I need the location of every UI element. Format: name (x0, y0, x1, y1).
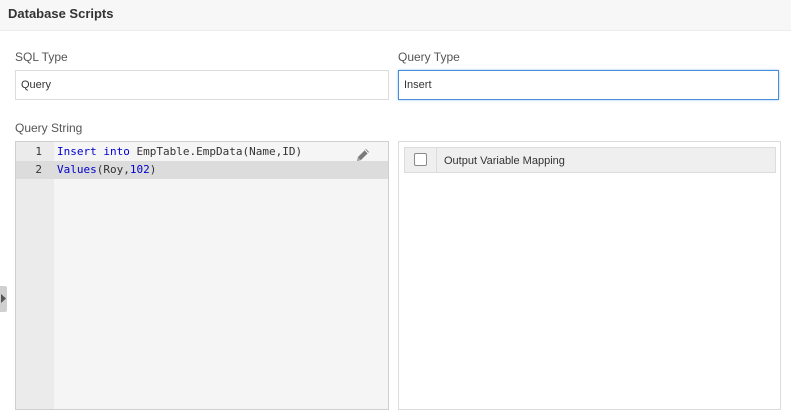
code-token: Insert (57, 145, 97, 158)
line-number: 2 (35, 163, 42, 176)
line-number: 1 (35, 145, 42, 158)
line-number-gutter (16, 142, 54, 409)
side-panel-toggle[interactable] (0, 286, 7, 312)
code-token: into (103, 145, 130, 158)
query-type-label: Query Type (398, 50, 460, 64)
output-variable-mapping-header: Output Variable Mapping (444, 155, 565, 167)
code-text: Insert into EmpTable.EmpData(Name,ID) (57, 143, 302, 161)
pencil-icon[interactable] (354, 146, 372, 164)
code-token: ) (149, 163, 157, 176)
caret-right-icon (1, 294, 6, 303)
output-mapping-panel: Output Variable Mapping (398, 141, 781, 410)
code-token: (Roy, (96, 163, 130, 176)
code-token: EmpTable.EmpData(Name,ID) (129, 145, 303, 158)
code-text: Values(Roy,102) (57, 161, 156, 179)
select-all-cell (405, 148, 437, 172)
page-header: Database Scripts (0, 0, 791, 31)
query-string-editor[interactable]: 1 Insert into EmpTable.EmpData(Name,ID) … (15, 141, 389, 410)
select-all-checkbox[interactable] (414, 153, 427, 166)
code-token: Values (57, 163, 97, 176)
sql-type-label: SQL Type (15, 50, 68, 64)
sql-type-field[interactable] (15, 70, 389, 100)
mapping-table-header: Output Variable Mapping (404, 147, 776, 173)
query-string-label: Query String (15, 121, 83, 135)
code-line[interactable]: 1 Insert into EmpTable.EmpData(Name,ID) (16, 143, 388, 161)
page-title: Database Scripts (8, 6, 114, 21)
code-token: 102 (129, 163, 150, 176)
code-line-active[interactable]: 2 Values(Roy,102) (16, 161, 388, 179)
query-type-field[interactable] (398, 70, 779, 100)
